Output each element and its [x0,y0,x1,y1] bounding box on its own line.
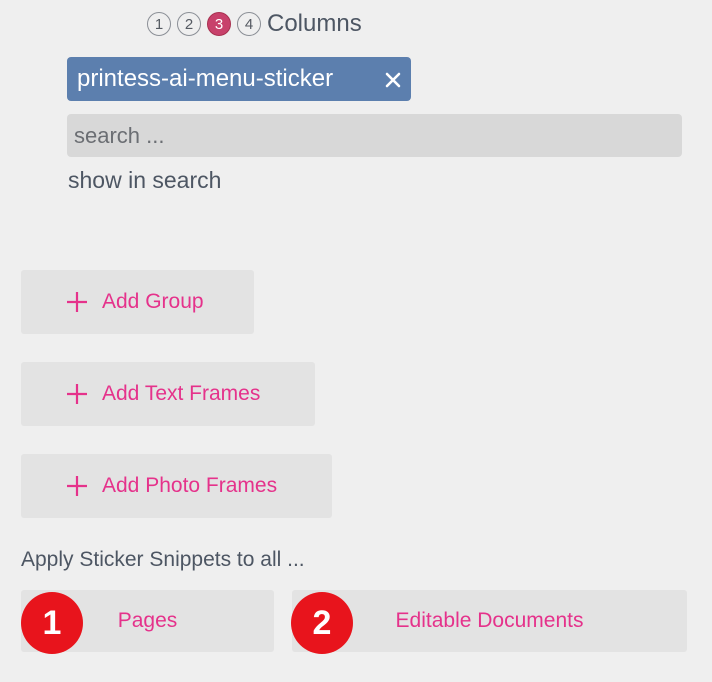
tag-chip: printess-ai-menu-sticker [67,57,411,101]
apply-pages-label: Pages [117,609,178,632]
add-text-frames-button[interactable]: Add Text Frames [21,362,315,426]
show-in-search-toggle[interactable]: show in search [68,167,221,194]
add-photo-frames-label: Add Photo Frames [102,474,278,497]
plus-icon [66,291,88,313]
plus-icon [66,475,88,497]
add-group-button[interactable]: Add Group [21,270,254,334]
column-option-3[interactable]: 3 [207,12,231,36]
column-option-1[interactable]: 1 [147,12,171,36]
search-input[interactable] [67,114,682,157]
close-icon[interactable] [383,69,403,89]
apply-editable-documents-label: Editable Documents [395,609,584,632]
add-photo-frames-button[interactable]: Add Photo Frames [21,454,332,518]
tag-label: printess-ai-menu-sticker [77,65,334,92]
column-option-4[interactable]: 4 [237,12,261,36]
column-option-2[interactable]: 2 [177,12,201,36]
add-group-label: Add Group [102,290,204,313]
add-text-frames-label: Add Text Frames [102,382,261,405]
columns-label: Columns [267,10,362,37]
annotation-badge-2: 2 [291,592,353,654]
annotation-badge-1: 1 [21,592,83,654]
columns-selector: 1 2 3 4 Columns [147,10,362,38]
plus-icon [66,383,88,405]
apply-sticker-snippets-label: Apply Sticker Snippets to all ... [21,548,305,571]
